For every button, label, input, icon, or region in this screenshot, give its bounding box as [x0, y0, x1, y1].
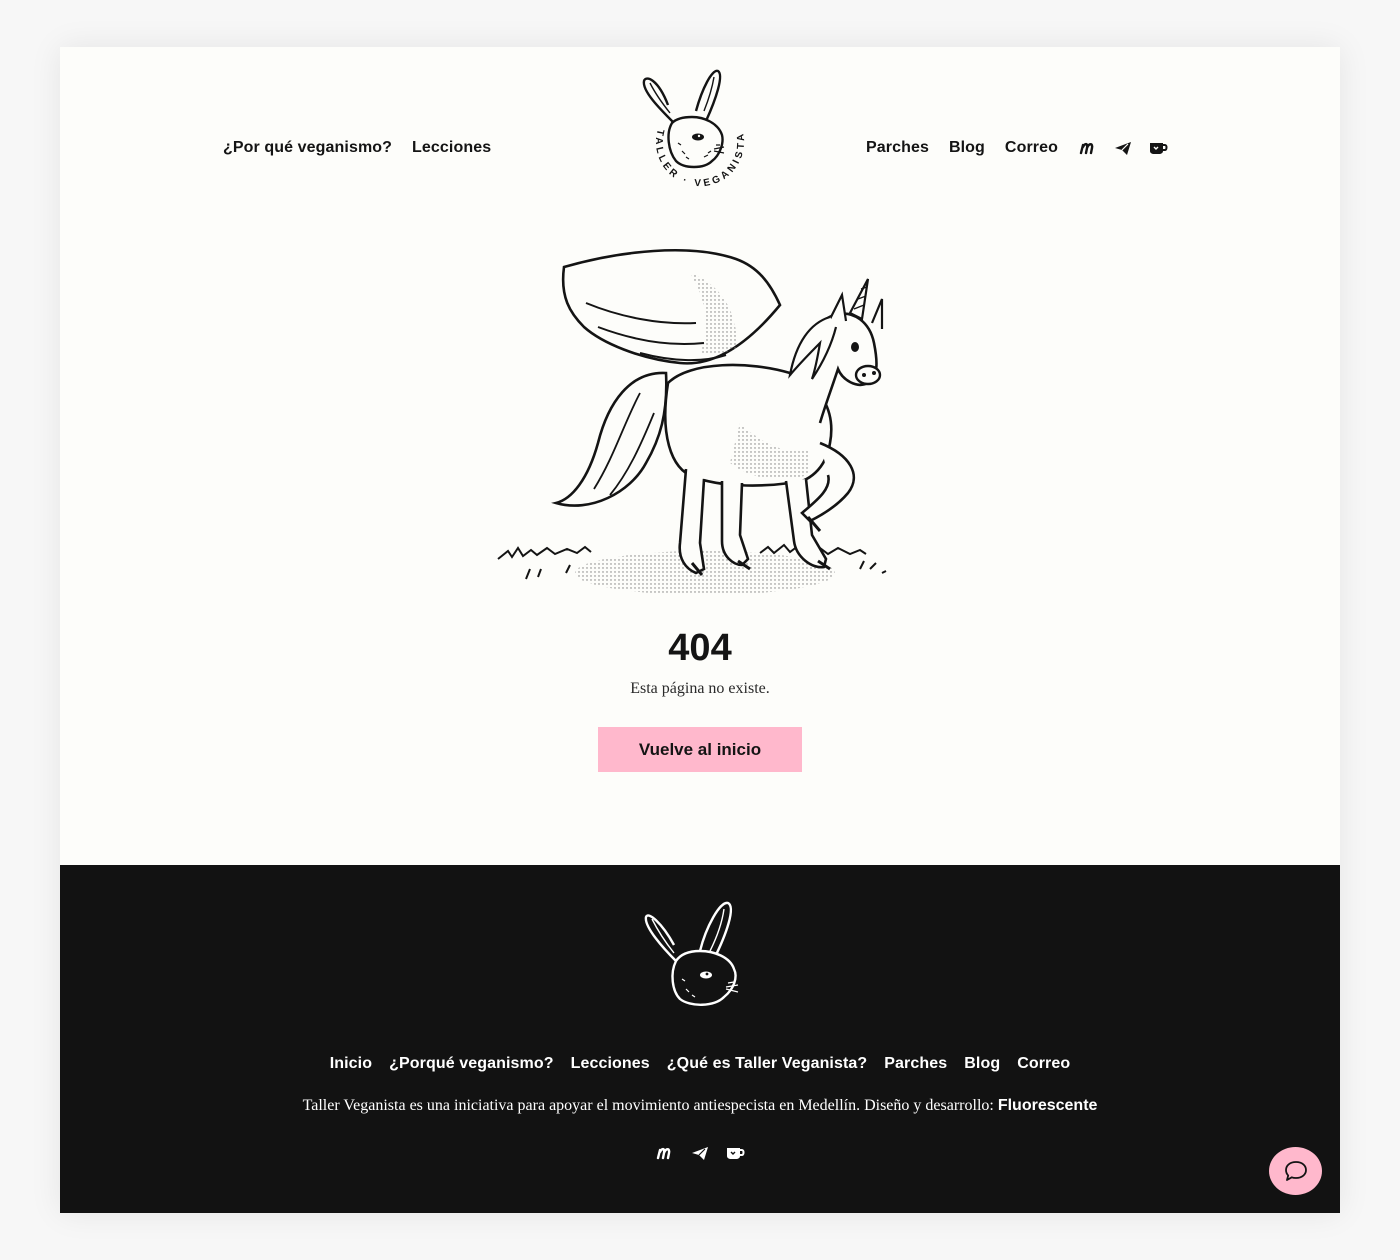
nav-link-correo[interactable]: Correo [1005, 139, 1058, 157]
site-logo[interactable]: TALLER · VEGANISTA [638, 65, 762, 193]
header-nav-left: ¿Por qué veganismo? Lecciones [223, 139, 491, 157]
telegram-icon[interactable] [1113, 140, 1133, 156]
error-code: 404 [668, 627, 732, 669]
error-message: Esta página no existe. [630, 680, 770, 697]
footer-link-porque-veganismo[interactable]: ¿Porqué veganismo? [389, 1055, 554, 1073]
footer-description: Taller Veganista es una iniciativa para … [60, 1097, 1340, 1115]
footer-social-links [60, 1145, 1340, 1161]
back-home-button[interactable]: Vuelve al inicio [598, 727, 802, 772]
footer-nav: Inicio ¿Porqué veganismo? Lecciones ¿Qué… [60, 1055, 1340, 1073]
site-header: ¿Por qué veganismo? Lecciones TALLER · V… [60, 47, 1340, 227]
header-social-links [1078, 140, 1168, 156]
header-nav-right: Parches Blog Correo [866, 139, 1168, 157]
chat-bubble-icon [1284, 1161, 1307, 1181]
footer-link-inicio[interactable]: Inicio [330, 1055, 372, 1073]
footer-link-blog[interactable]: Blog [964, 1055, 1000, 1073]
nav-link-blog[interactable]: Blog [949, 139, 985, 157]
kofi-cup-icon[interactable] [725, 1145, 745, 1161]
site-footer: Inicio ¿Porqué veganismo? Lecciones ¿Qué… [60, 865, 1340, 1213]
page-frame: ¿Por qué veganismo? Lecciones TALLER · V… [60, 47, 1340, 1213]
footer-link-que-es-taller-veganista[interactable]: ¿Qué es Taller Veganista? [667, 1055, 868, 1073]
pegasus-unicorn-illustration [497, 249, 887, 595]
footer-link-parches[interactable]: Parches [884, 1055, 947, 1073]
credit-link-fluorescente[interactable]: Fluorescente [998, 1097, 1098, 1114]
footer-description-text: Taller Veganista es una iniciativa para … [302, 1097, 998, 1114]
kofi-cup-icon[interactable] [1148, 140, 1168, 156]
medium-icon[interactable] [1078, 140, 1098, 156]
telegram-icon[interactable] [690, 1145, 710, 1161]
nav-link-lecciones[interactable]: Lecciones [412, 139, 491, 157]
footer-link-lecciones[interactable]: Lecciones [571, 1055, 650, 1073]
chat-button[interactable] [1269, 1147, 1322, 1195]
footer-bunny-logo[interactable] [644, 899, 754, 1009]
footer-link-correo[interactable]: Correo [1017, 1055, 1070, 1073]
medium-icon[interactable] [655, 1145, 675, 1161]
nav-link-parches[interactable]: Parches [866, 139, 929, 157]
nav-link-por-que-veganismo[interactable]: ¿Por qué veganismo? [223, 139, 392, 157]
